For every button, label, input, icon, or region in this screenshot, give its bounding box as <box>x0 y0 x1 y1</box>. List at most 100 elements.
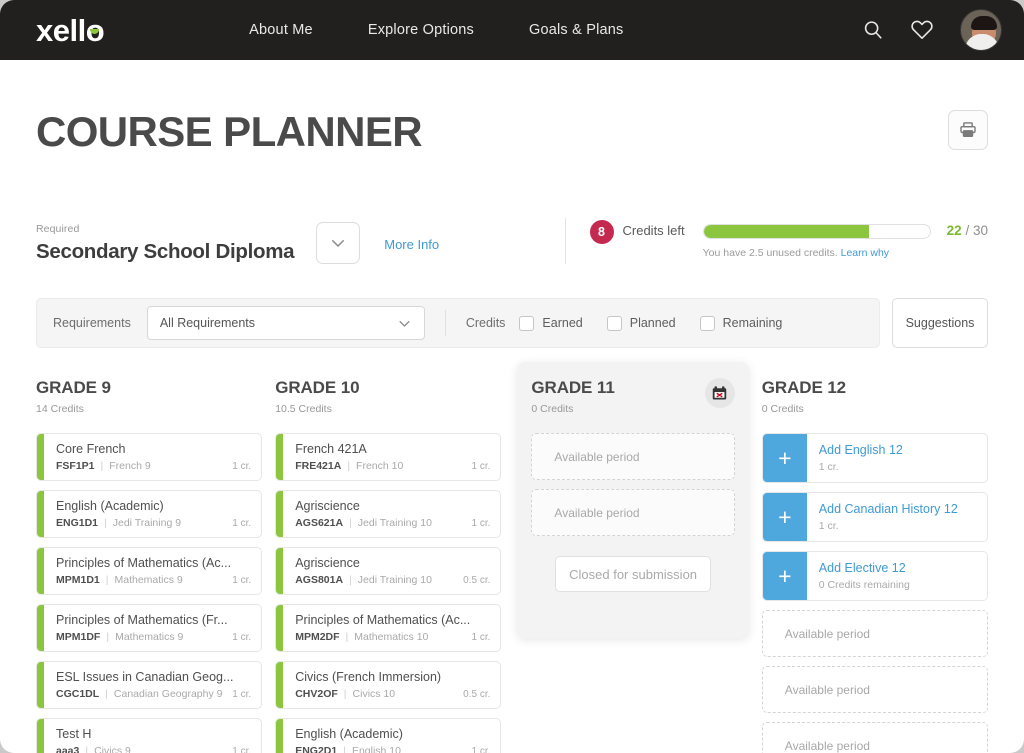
grade-title: GRADE 12 <box>761 378 847 397</box>
course-credit: 1 cr. <box>232 518 252 529</box>
add-course-card[interactable]: + Add Elective 12 0 Credits remaining <box>761 551 988 601</box>
grade-heading-text: GRADE 12 0 Credits <box>762 378 846 415</box>
app-window: xello About Me Explore Options Goals & P… <box>0 0 1024 753</box>
credits-left-label: Credits left <box>622 223 685 238</box>
requirements-label: Requirements <box>53 316 131 330</box>
add-course-label: Add English 12 <box>818 443 903 457</box>
course-code: ENG2D1 <box>295 745 338 753</box>
heart-icon[interactable] <box>910 18 934 42</box>
course-card[interactable]: Agriscience AGS801A | Jedi Training 10 0.5 c… <box>275 547 502 595</box>
add-course-note: 0 Credits remaining <box>818 579 910 591</box>
filter-row: Requirements All Requirements Credits Ea… <box>36 298 988 348</box>
checkbox-earned[interactable] <box>519 315 535 331</box>
course-body: Principles of Mathematics (Fr... MPM1DF | M… <box>44 605 261 651</box>
course-name: Principles of Mathematics (Ac... <box>295 613 471 627</box>
requirements-select[interactable]: All Requirements <box>146 306 425 340</box>
learn-why-link[interactable]: Learn why <box>841 247 889 259</box>
course-card[interactable]: Principles of Mathematics (Ac... MPM2DF | M… <box>275 604 502 652</box>
course-subject: Mathematics 9 <box>115 631 184 643</box>
course-meta-separator: | <box>349 574 352 586</box>
plus-icon: + <box>762 493 807 541</box>
course-credit: 0.5 cr. <box>463 689 491 700</box>
course-meta: MPM2DF | Mathematics 10 1 cr. <box>295 631 490 643</box>
available-period-slot[interactable]: Available period <box>531 489 735 536</box>
course-name: ESL Issues in Canadian Geog... <box>56 670 234 684</box>
available-period-slot[interactable]: Available period <box>761 666 988 713</box>
course-card[interactable]: Agriscience AGS621A | Jedi Training 10 1 cr. <box>275 490 502 538</box>
grade-credits: 14 Credits <box>36 403 84 415</box>
course-code: MPM2DF <box>295 631 340 643</box>
course-card[interactable]: French 421A FRE421A | French 10 1 cr. <box>275 433 502 481</box>
course-card[interactable]: Core French FSF1P1 | French 9 1 cr. <box>36 433 263 481</box>
grade-title: GRADE 10 <box>275 378 360 397</box>
plus-icon: + <box>762 434 807 482</box>
course-code: CHV2OF <box>295 688 338 700</box>
add-course-body: Add English 12 1 cr. <box>807 434 987 482</box>
course-card[interactable]: ESL Issues in Canadian Geog... CGC1DL | Can… <box>36 661 263 709</box>
grade-credits: 0 Credits <box>531 403 574 415</box>
checkbox-earned-label[interactable]: Earned <box>542 316 582 330</box>
more-info-link[interactable]: More Info <box>384 237 439 252</box>
add-course-card[interactable]: + Add English 12 1 cr. <box>761 433 988 483</box>
course-card[interactable]: Test H aaa3 | Civics 9 1 cr. <box>36 718 263 753</box>
page-title: COURSE PLANNER <box>36 108 423 155</box>
credits-summary: 8 Credits left You have 2.5 unused credi… <box>564 218 988 264</box>
course-meta: MPM1D1 | Mathematics 9 1 cr. <box>56 574 251 586</box>
avatar[interactable] <box>960 9 1002 51</box>
top-navigation-bar: xello About Me Explore Options Goals & P… <box>0 0 1024 60</box>
available-period-slot[interactable]: Available period <box>761 722 988 753</box>
filter-bar: Requirements All Requirements Credits Ea… <box>36 298 880 348</box>
course-credit: 1 cr. <box>232 746 252 753</box>
course-code: aaa3 <box>56 745 80 753</box>
print-button[interactable] <box>948 110 988 150</box>
course-meta-separator: | <box>347 460 351 472</box>
grade-closed-button[interactable] <box>704 378 735 408</box>
nav-item-goals-plans[interactable]: Goals & Plans <box>529 22 623 38</box>
course-credit: 1 cr. <box>232 461 252 472</box>
course-name: Principles of Mathematics (Ac... <box>56 556 232 570</box>
course-code: FSF1P1 <box>56 460 95 472</box>
unused-credits-text: You have 2.5 unused credits. <box>702 247 838 259</box>
diploma-dropdown-button[interactable] <box>316 222 361 264</box>
available-period-slot[interactable]: Available period <box>531 433 735 480</box>
course-card[interactable]: Principles of Mathematics (Ac... MPM1D1 | M… <box>36 547 263 595</box>
course-card[interactable]: English (Academic) ENG1D1 | Jedi Training 9… <box>36 490 263 538</box>
calendar-closed-icon <box>713 385 727 400</box>
search-icon[interactable] <box>862 19 884 41</box>
course-credit: 1 cr. <box>471 746 491 753</box>
suggestions-button[interactable]: Suggestions <box>892 298 988 348</box>
course-credit: 1 cr. <box>232 575 252 586</box>
course-credit: 1 cr. <box>232 632 252 643</box>
add-course-label: Add Elective 12 <box>818 561 906 575</box>
nav-item-about-me[interactable]: About Me <box>249 22 313 38</box>
plus-icon: + <box>762 552 807 600</box>
course-name: Principles of Mathematics (Fr... <box>56 613 228 627</box>
course-status-accent <box>37 434 44 480</box>
course-subject: Canadian Geography 9 <box>113 688 223 700</box>
course-name: English (Academic) <box>56 499 164 513</box>
filter-divider <box>444 310 446 336</box>
course-card[interactable]: Civics (French Immersion) CHV2OF | Civics 1… <box>275 661 502 709</box>
course-card[interactable]: Principles of Mathematics (Fr... MPM1DF | M… <box>36 604 263 652</box>
nav-actions <box>862 9 1002 51</box>
grade-header: GRADE 10 10.5 Credits <box>275 378 501 433</box>
nav-item-explore-options[interactable]: Explore Options <box>368 22 474 38</box>
course-card[interactable]: English (Academic) ENG2D1 | English 10 1 cr. <box>275 718 502 753</box>
checkbox-planned-label[interactable]: Planned <box>630 316 676 330</box>
course-meta-separator: | <box>343 745 346 753</box>
grade-column-1: GRADE 9 14 Credits Core French FSF1P1 | Frenc… <box>36 378 263 753</box>
grade-column-4: GRADE 12 0 Credits + Add English 12 1 cr. + Ad… <box>761 378 988 753</box>
diploma-info: Required Secondary School Diploma <box>36 223 295 264</box>
checkbox-remaining[interactable] <box>699 315 715 331</box>
page-body: COURSE PLANNER Required Secondary School… <box>0 60 1024 753</box>
course-subject: French 9 <box>109 460 151 472</box>
course-meta: aaa3 | Civics 9 1 cr. <box>56 745 251 753</box>
add-course-meta: 1 cr. <box>819 461 977 473</box>
add-course-card[interactable]: + Add Canadian History 12 1 cr. <box>761 492 988 542</box>
course-body: Agriscience AGS621A | Jedi Training 10 1 cr. <box>283 491 500 537</box>
checkbox-remaining-label[interactable]: Remaining <box>723 316 783 330</box>
course-status-accent <box>37 548 44 594</box>
checkbox-planned[interactable] <box>606 315 622 331</box>
available-period-slot[interactable]: Available period <box>761 610 988 657</box>
xello-logo[interactable]: xello <box>36 15 105 46</box>
